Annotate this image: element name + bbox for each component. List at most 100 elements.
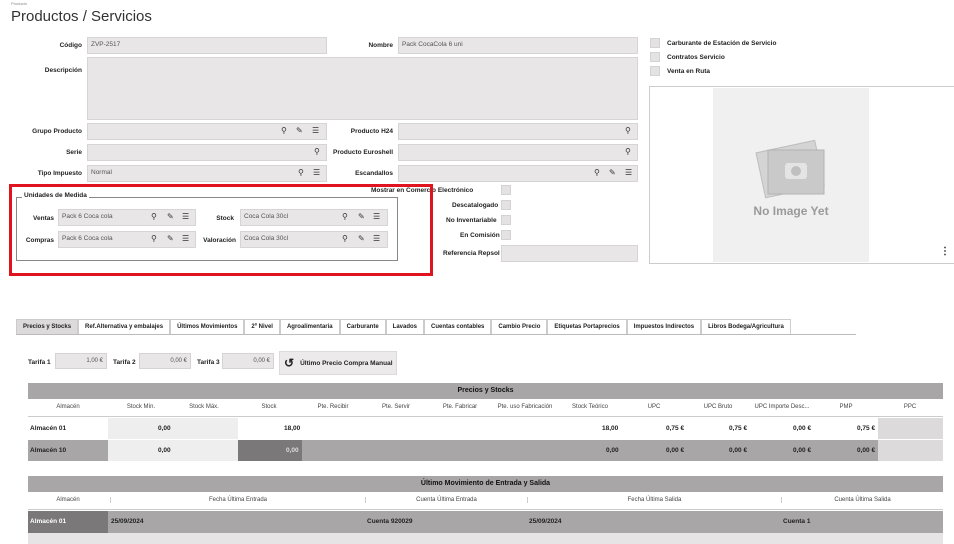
ultimo-precio-button[interactable]: ↺ Último Precio Compra Manual [279,351,397,375]
no-image-text: No Image Yet [753,204,829,218]
tarifa3-label: Tarifa 3 [197,359,220,366]
col-cuenta-entrada: Cuenta Última Entrada [365,497,527,503]
tab-impuestos[interactable]: Impuestos Indirectos [626,319,702,334]
unidades-legend: Unidades de Medida [22,192,89,199]
tab-segundo-nivel[interactable]: 2º Nivel [244,319,280,334]
tab-ref-alternativa[interactable]: Ref.Alternativa y embalajes [78,319,171,334]
stock-unit-field[interactable]: Coca Cola 30cl [240,209,388,226]
descripcion-field[interactable] [87,57,638,120]
list-icon[interactable]: ☰ [312,126,319,136]
more-options-icon[interactable]: ⋮ [940,246,950,257]
grupo-field[interactable] [87,123,327,140]
tipo-impuesto-field[interactable]: Normal [87,165,327,182]
col-stock-teorico: Stock Teórico [572,404,608,410]
escandallos-field[interactable] [398,165,638,182]
tarifa1-field[interactable]: 1,00 € [55,353,107,369]
descatalogado-checkbox[interactable] [501,200,511,210]
referencia-repsol-field[interactable] [501,245,638,262]
ventas-label: Ventas [33,215,54,222]
list-icon[interactable]: ☰ [182,212,189,222]
col-upc: UPC [647,404,661,410]
tarifa2-field[interactable]: 0,00 € [139,353,191,369]
page-title: Productos / Servicios [11,8,152,25]
tab-lavados[interactable]: Lavados [385,319,425,334]
col-stock-max: Stock Máx. [189,404,219,410]
table-footer [28,533,943,544]
edit-icon[interactable]: ✎ [167,234,174,244]
valoracion-field[interactable]: Coca Cola 30cl [240,231,388,248]
ventas-field[interactable]: Pack 6 Coca cola [58,209,196,226]
no-inventariable-checkbox[interactable] [501,215,511,225]
cell-upc: 0,00 € [666,447,685,454]
carburante-label: Carburante de Estación de Servicio [667,40,777,47]
cell-almacen: Almacén 10 [30,447,67,454]
compras-field[interactable]: Pack 6 Coca cola [58,231,196,248]
contratos-checkbox[interactable] [650,52,660,62]
search-icon[interactable]: ⚲ [314,147,320,157]
col-pte-servir: Pte. Servir [381,404,410,410]
producto-euroshell-field[interactable] [398,144,638,161]
unidades-frame [16,197,398,261]
search-icon[interactable]: ⚲ [625,147,631,157]
mostrar-checkbox[interactable] [501,185,511,195]
ultimo-precio-label: Último Precio Compra Manual [300,359,393,367]
grupo-label: Grupo Producto [32,128,82,135]
search-icon[interactable]: ⚲ [625,126,631,136]
tab-ultimos-movimientos[interactable]: Últimos Movimientos [170,319,245,334]
edit-icon[interactable]: ✎ [296,126,303,136]
edit-icon[interactable]: ✎ [609,168,616,178]
tab-etiquetas[interactable]: Etiquetas Portaprecios [547,319,627,334]
tab-agroalimentaria[interactable]: Agroalimentaria [279,319,340,334]
nombre-field[interactable]: Pack CocaCola 6 uni [398,37,638,54]
edit-icon[interactable]: ✎ [167,212,174,222]
edit-icon[interactable]: ✎ [358,212,365,222]
col-pte-fabricar: Pte. Fabricar [442,404,478,410]
search-icon[interactable]: ⚲ [281,126,287,136]
tarifa2-label: Tarifa 2 [113,359,136,366]
descripcion-label: Descripción [44,67,82,74]
serie-field[interactable] [87,144,327,161]
list-icon[interactable]: ☰ [625,168,632,178]
no-image-placeholder: No Image Yet [713,88,869,262]
en-comision-checkbox[interactable] [501,230,511,240]
search-icon[interactable]: ⚲ [298,168,304,178]
tab-cambio-precio[interactable]: Cambio Precio [491,319,548,334]
tarifa1-label: Tarifa 1 [28,359,51,366]
cell-stock-teorico: 18,00 [602,425,619,432]
list-icon[interactable]: ☰ [313,168,320,178]
codigo-field[interactable]: ZVP-2517 [87,37,327,54]
cell-stock-min: 0,00 [158,425,171,432]
list-icon[interactable]: ☰ [373,234,380,244]
nombre-label: Nombre [368,42,393,49]
list-icon[interactable]: ☰ [182,234,189,244]
table-row[interactable]: Almacén 01 0,00 18,00 18,00 0,75 € 0,75 … [28,418,943,439]
tab-libros-bodega[interactable]: Libros Bodega/Agricultura [701,319,791,334]
producto-h24-field[interactable] [398,123,638,140]
edit-icon[interactable]: ✎ [358,234,365,244]
col-fecha-salida: Fecha Última Salida [527,497,781,503]
tab-carburante[interactable]: Carburante [339,319,386,334]
list-icon[interactable]: ☰ [373,212,380,222]
search-icon[interactable]: ⚲ [342,212,348,222]
stocks-table-title: Precios y Stocks [28,383,943,399]
search-icon[interactable]: ⚲ [342,234,348,244]
cell-upc: 0,75 € [666,425,685,432]
tarifa3-field[interactable]: 0,00 € [222,353,274,369]
venta-ruta-checkbox[interactable] [650,66,660,76]
carburante-checkbox[interactable] [650,38,660,48]
col-pte-uso-fabricacion: Pte. uso Fabricación [497,404,553,410]
col-upc-bruto: UPC Bruto [703,404,733,410]
table-row[interactable]: Almacén 10 0,00 0,00 0,00 0,00 € 0,00 € … [28,440,943,461]
breadcrumb: Producto [11,1,28,6]
col-cuenta-salida: Cuenta Última Salida [781,497,943,503]
cell-cuenta-entrada: Cuenta 920029 [367,518,413,525]
table-row[interactable]: Almacén 01 25/09/2024 Cuenta 920029 25/0… [28,511,943,533]
search-icon[interactable]: ⚲ [151,212,157,222]
camera-icon [755,139,825,199]
search-icon[interactable]: ⚲ [594,168,600,178]
cell-pmp: 0,75 € [857,425,876,432]
search-icon[interactable]: ⚲ [151,234,157,244]
tab-cuentas-contables[interactable]: Cuentas contables [424,319,492,334]
cell-stock-teorico: 0,00 [606,447,619,454]
tab-precios-stocks[interactable]: Precios y Stocks [16,319,79,334]
